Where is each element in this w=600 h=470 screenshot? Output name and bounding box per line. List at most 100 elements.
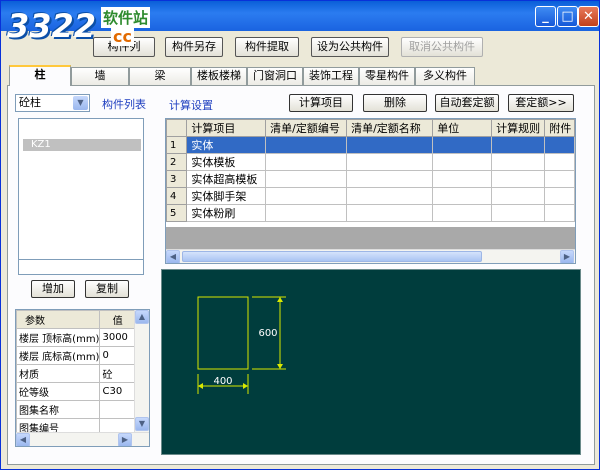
component-list[interactable]: KZ1 bbox=[18, 118, 144, 266]
table-row[interactable]: 图集名称 bbox=[16, 400, 136, 419]
table-cell[interactable] bbox=[491, 136, 546, 154]
property-name: 图集名称 bbox=[16, 400, 101, 419]
calc-item-cell[interactable]: 实体 bbox=[186, 136, 267, 154]
table-cell[interactable] bbox=[544, 170, 575, 188]
table-cell[interactable] bbox=[544, 187, 575, 205]
table-cell[interactable] bbox=[432, 187, 493, 205]
chevron-down-icon[interactable]: ▼ bbox=[73, 96, 88, 110]
tab-decoration[interactable]: 装饰工程 bbox=[303, 67, 359, 85]
table-cell[interactable] bbox=[544, 136, 575, 154]
calc-item-button[interactable]: 计算项目 bbox=[289, 94, 353, 112]
property-name: 砼等级 bbox=[16, 382, 101, 401]
save-as-button[interactable]: 构件另存 bbox=[165, 37, 223, 57]
list-item[interactable]: KZ1 bbox=[23, 139, 141, 151]
calc-item-cell[interactable]: 实体超高模板 bbox=[186, 170, 267, 188]
component-type-select[interactable]: 砼柱 ▼ bbox=[15, 94, 90, 112]
table-cell[interactable] bbox=[432, 170, 493, 188]
tab-beam[interactable]: 梁 bbox=[129, 67, 191, 85]
minimize-icon[interactable]: _ bbox=[535, 6, 556, 27]
row-number: 1 bbox=[166, 136, 188, 154]
table-row[interactable]: 楼层 底标高(mm) 0 bbox=[16, 346, 136, 365]
table-row[interactable]: 4 实体脚手架 bbox=[166, 187, 575, 205]
table-row[interactable]: 1 实体 bbox=[166, 136, 575, 154]
table-cell[interactable] bbox=[265, 170, 348, 188]
quota-button[interactable]: 套定额>> bbox=[508, 94, 574, 112]
tab-wall[interactable]: 墙 bbox=[71, 67, 129, 85]
select-value: 砼柱 bbox=[19, 96, 41, 109]
table-cell[interactable] bbox=[491, 204, 546, 222]
table-cell[interactable] bbox=[491, 187, 546, 205]
set-public-button[interactable]: 设为公共构件 bbox=[311, 37, 389, 57]
horizontal-scrollbar[interactable]: ◀ ▶ bbox=[166, 249, 575, 263]
tab-misc[interactable]: 零星构件 bbox=[359, 67, 415, 85]
delete-button[interactable]: 删除 bbox=[363, 94, 427, 112]
table-cell[interactable] bbox=[432, 204, 493, 222]
property-value[interactable]: 3000 bbox=[99, 328, 136, 347]
table-cell[interactable] bbox=[432, 153, 493, 171]
table-cell[interactable] bbox=[432, 136, 493, 154]
property-name: 楼层 底标高(mm) bbox=[16, 346, 101, 365]
table-cell[interactable] bbox=[544, 153, 575, 171]
row-number: 2 bbox=[166, 153, 188, 171]
table-cell[interactable] bbox=[265, 187, 348, 205]
column-header: 清单/定额名称 bbox=[346, 119, 434, 137]
tab-slab-stair[interactable]: 楼板楼梯 bbox=[191, 67, 247, 85]
row-number: 3 bbox=[166, 170, 188, 188]
close-icon[interactable]: ✕ bbox=[578, 6, 599, 27]
table-cell[interactable] bbox=[491, 170, 546, 188]
calc-item-cell[interactable]: 实体模板 bbox=[186, 153, 267, 171]
property-name: 楼层 顶标高(mm) bbox=[16, 328, 101, 347]
column-header: 单位 bbox=[432, 119, 493, 137]
vertical-scrollbar[interactable]: ▲ ▼ bbox=[134, 310, 149, 432]
tab-multi[interactable]: 多义构件 bbox=[415, 67, 475, 85]
table-row[interactable]: 5 实体粉刷 bbox=[166, 204, 575, 222]
tab-door-window[interactable]: 门窗洞口 bbox=[247, 67, 303, 85]
tab-column[interactable]: 柱 bbox=[9, 65, 71, 86]
table-header: 参数 值 bbox=[16, 310, 136, 329]
scroll-down-icon[interactable]: ▼ bbox=[135, 417, 149, 431]
table-row[interactable]: 3 实体超高模板 bbox=[166, 170, 575, 188]
calc-item-cell[interactable]: 实体脚手架 bbox=[186, 187, 267, 205]
drawing-canvas[interactable]: 400 600 bbox=[161, 269, 581, 455]
copy-button[interactable]: 复制 bbox=[85, 280, 129, 298]
scroll-thumb[interactable] bbox=[182, 251, 482, 262]
site-logo: 3322 软件站 cc bbox=[7, 7, 151, 46]
grid-empty-area bbox=[166, 227, 575, 249]
scroll-left-icon[interactable]: ◀ bbox=[16, 433, 30, 446]
horizontal-scrollbar[interactable]: ◀ ▶ bbox=[16, 432, 149, 446]
table-cell[interactable] bbox=[346, 204, 434, 222]
table-cell[interactable] bbox=[265, 204, 348, 222]
maximize-icon[interactable]: □ bbox=[557, 6, 578, 27]
column-header: 计算规则 bbox=[491, 119, 546, 137]
table-row[interactable]: 砼等级 C30 bbox=[16, 382, 136, 401]
extract-button[interactable]: 构件提取 bbox=[235, 37, 299, 57]
table-cell[interactable] bbox=[491, 153, 546, 171]
height-label: 600 bbox=[258, 328, 277, 339]
property-value[interactable]: 砼 bbox=[99, 364, 136, 383]
table-row[interactable]: 2 实体模板 bbox=[166, 153, 575, 171]
table-row[interactable]: 材质砼 bbox=[16, 364, 136, 383]
table-cell[interactable] bbox=[346, 153, 434, 171]
table-cell[interactable] bbox=[265, 136, 348, 154]
scroll-left-icon[interactable]: ◀ bbox=[166, 250, 180, 263]
table-cell[interactable] bbox=[544, 204, 575, 222]
category-tabs: 柱 墙 梁 楼板楼梯 门窗洞口 装饰工程 零星构件 多义构件 bbox=[9, 65, 479, 86]
table-cell[interactable] bbox=[346, 136, 434, 154]
scroll-up-icon[interactable]: ▲ bbox=[135, 310, 149, 324]
scroll-right-icon[interactable]: ▶ bbox=[560, 250, 574, 263]
property-value[interactable]: C30 bbox=[99, 382, 136, 401]
table-header: 计算项目 清单/定额编号 清单/定额名称 单位 计算规则 附件 bbox=[166, 119, 575, 137]
property-value[interactable] bbox=[99, 400, 136, 419]
auto-quota-button[interactable]: 自动套定额 bbox=[435, 94, 499, 112]
calc-item-cell[interactable]: 实体粉刷 bbox=[186, 204, 267, 222]
table-cell[interactable] bbox=[346, 187, 434, 205]
table-cell[interactable] bbox=[265, 153, 348, 171]
column-outline bbox=[197, 296, 249, 370]
table-row[interactable]: 楼层 顶标高(mm) 3000 bbox=[16, 328, 136, 347]
property-value[interactable]: 0 bbox=[99, 346, 136, 365]
add-button[interactable]: 增加 bbox=[31, 280, 75, 298]
component-name-field[interactable] bbox=[18, 259, 144, 275]
table-cell[interactable] bbox=[346, 170, 434, 188]
scroll-right-icon[interactable]: ▶ bbox=[118, 433, 132, 446]
column-header: 值 bbox=[99, 310, 136, 329]
